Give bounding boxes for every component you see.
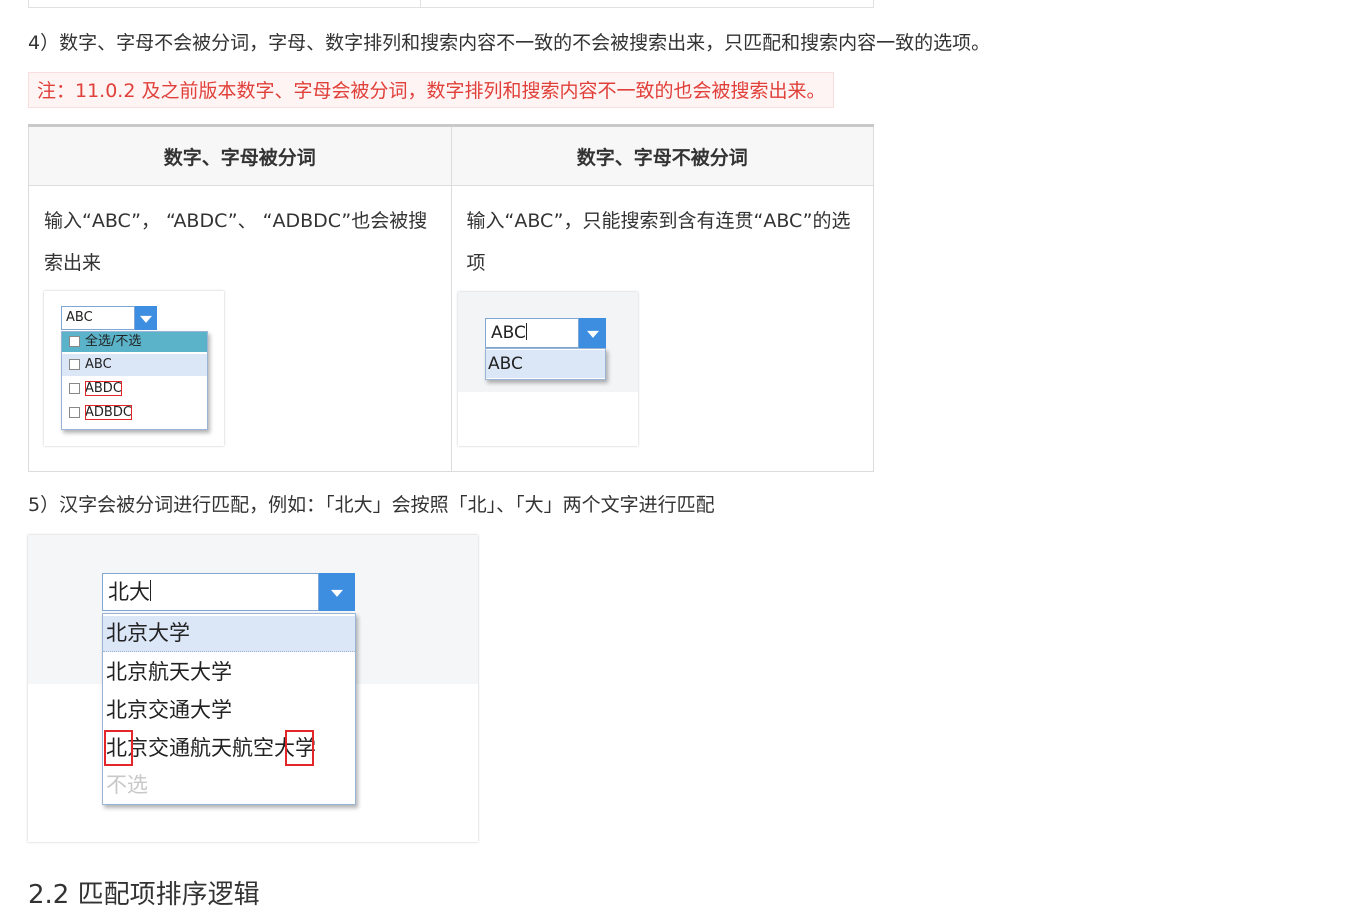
checkbox-icon[interactable] [69, 407, 80, 418]
checkbox-icon[interactable] [69, 336, 80, 347]
paragraph-5: 5）汉字会被分词进行匹配，例如：「北大」会按照「北」、「大」两个文字进行匹配 [28, 494, 715, 516]
combo-input[interactable]: ABC [61, 306, 135, 330]
list-item[interactable]: ADBDC [62, 402, 207, 424]
checkbox-icon[interactable] [69, 359, 80, 370]
dropdown-list: ABC [485, 348, 606, 380]
dropdown-list: 北京大学 北京航天大学 北京交通大学 北京交通航天航空大学 不选 [102, 613, 356, 805]
screenshot-tokenized: ABC 全选/不选 ABC ABDC ADBDC [44, 291, 224, 446]
header-tokenized: 数字、字母被分词 [28, 125, 452, 186]
combo-input[interactable]: 北大 [102, 573, 319, 611]
list-item[interactable]: ABC [486, 350, 605, 378]
paragraph-4: 4）数字、字母不会被分词，字母、数字排列和搜索内容不一致的不会被搜索出来，只匹配… [28, 32, 991, 54]
list-item[interactable]: 北京航天大学 [103, 653, 355, 691]
version-note: 注：11.0.2 及之前版本数字、字母会被分词，数字排列和搜索内容不一致的也会被… [28, 72, 835, 108]
list-item[interactable]: 北京大学 [103, 616, 355, 652]
match-highlight: ADBDC [85, 405, 132, 420]
dropdown-arrow-icon[interactable] [579, 318, 606, 348]
match-highlight-bei [104, 730, 133, 766]
match-highlight-da [285, 730, 314, 766]
table-header-row: 数字、字母被分词 数字、字母不被分词 [28, 125, 874, 186]
list-item[interactable]: 北京交通大学 [103, 691, 355, 729]
list-item[interactable]: ABDC [62, 378, 207, 400]
match-highlight: ABDC [85, 381, 122, 396]
screenshot-chinese-tokenized: 北大 北京大学 北京航天大学 北京交通大学 北京交通航天航空大学 不选 [28, 535, 478, 842]
header-not-tokenized: 数字、字母不被分词 [450, 125, 874, 186]
previous-table-remnant [28, 0, 874, 8]
dropdown-list: 全选/不选 ABC ABDC ADBDC [61, 331, 208, 430]
checkbox-icon[interactable] [69, 383, 80, 394]
next-section-heading: 2.2 匹配项排序逻辑 [28, 880, 260, 910]
dropdown-arrow-icon[interactable] [319, 573, 355, 611]
list-item-select-all[interactable]: 全选/不选 [62, 332, 207, 352]
list-item[interactable]: ABC [62, 354, 207, 376]
screenshot-not-tokenized: ABC ABC [458, 292, 638, 446]
combo-input[interactable]: ABC [485, 318, 579, 348]
list-item[interactable]: 北京交通航天航空大学 [103, 729, 355, 767]
list-item-none[interactable]: 不选 [103, 767, 355, 803]
dropdown-arrow-icon[interactable] [135, 306, 157, 330]
